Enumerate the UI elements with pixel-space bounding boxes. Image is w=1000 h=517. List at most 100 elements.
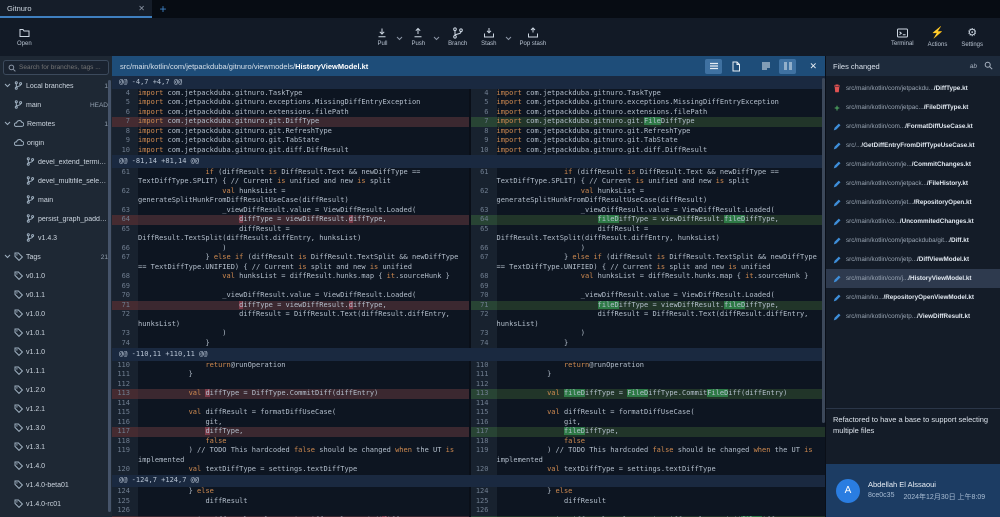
file-row[interactable]: src/main/kotlin/com/je.../CommitChanges.… — [826, 155, 1000, 174]
diff-row: 126126 — [112, 506, 825, 516]
file-row[interactable]: src/main/ko.../RepositoryOpenViewModel.k… — [826, 288, 1000, 307]
branch-button[interactable]: Branch — [441, 25, 474, 49]
folder-icon — [18, 27, 31, 39]
sidebar-item-v1-4-3[interactable]: v1.4.3 — [0, 229, 112, 248]
line-number: 117 — [112, 427, 138, 437]
sidebar-item-v1-1-1[interactable]: v1.1.1 — [0, 362, 112, 381]
sidebar-item-v0-1-1[interactable]: v0.1.1 — [0, 286, 112, 305]
modified-file-icon — [833, 123, 841, 131]
diff-new-cell: 62 val hunksList = generateSplitHunkFrom… — [469, 187, 826, 206]
code-line: val diffResult = formatDiffUseCase( — [497, 408, 826, 418]
files-search-icon[interactable] — [984, 57, 993, 75]
files-changed-list: src/main/kotlin/com/jetpackdu.../DiffTyp… — [826, 76, 1000, 408]
pop-stash-button[interactable]: Pop stash — [513, 25, 554, 49]
diff-new-cell: 61 if (diffResult is DiffResult.Text && … — [469, 168, 826, 187]
diff-row: 120 val textDiffType = settings.textDiff… — [112, 465, 825, 475]
sidebar-item-v1-4-0[interactable]: v1.4.0 — [0, 457, 112, 476]
actions-button[interactable]: ⚡ Actions — [921, 25, 955, 50]
sidebar-item-main[interactable]: mainHEAD — [0, 96, 112, 115]
search-input[interactable] — [19, 64, 104, 71]
modified-file-icon — [833, 142, 841, 150]
line-number: 116 — [112, 418, 138, 428]
stash-dropdown-chevron[interactable] — [505, 28, 512, 46]
file-row[interactable]: src/main/kotlin/com/jetp.../DiffViewMode… — [826, 250, 1000, 269]
branch-icon — [26, 176, 35, 185]
unified-view-button[interactable] — [757, 59, 774, 74]
file-row[interactable]: src/main/kotlin/com/jetpack.../FileHisto… — [826, 174, 1000, 193]
code-line — [497, 506, 826, 516]
code-line: git, — [138, 418, 469, 428]
line-number: 8 — [112, 127, 138, 137]
new-tab-button[interactable]: + — [152, 0, 174, 18]
sidebar-item-v1-3-0[interactable]: v1.3.0 — [0, 419, 112, 438]
code-line: diffResult = DiffResult.TextSplit(diffRe… — [497, 225, 826, 244]
hunks-view-button[interactable] — [705, 59, 722, 74]
sidebar-item-v1-4-0-beta01[interactable]: v1.4.0-beta01 — [0, 476, 112, 495]
sidebar-item-v1-1-0[interactable]: v1.1.0 — [0, 343, 112, 362]
sidebar-section-tags[interactable]: Tags21 — [0, 248, 112, 267]
author-card[interactable]: A Abdellah El Alssaoui 8ce0c35 2024年12月3… — [826, 464, 1000, 517]
sidebar-item-v1-2-1[interactable]: v1.2.1 — [0, 400, 112, 419]
sidebar-item-v0-1-0[interactable]: v0.1.0 — [0, 267, 112, 286]
tag-icon — [14, 366, 23, 375]
sidebar-scrollbar[interactable] — [108, 80, 111, 512]
modified-file-icon — [833, 161, 841, 169]
diff-row: 68 val hunksList = diffResult.hunks.map … — [112, 272, 825, 282]
file-path: src/main/kotlin/com/jetpackduba/git.../D… — [846, 237, 993, 244]
file-row[interactable]: src/main/kotlin/com/jetpackduba/git.../D… — [826, 231, 1000, 250]
file-row[interactable]: src/main/kotlin/com/jet.../RepositoryOpe… — [826, 193, 1000, 212]
line-number: 71 — [471, 301, 497, 311]
terminal-button[interactable]: Terminal — [884, 25, 921, 49]
line-number: 8 — [471, 127, 497, 137]
tab-gitnuro[interactable]: Gitnuro ✕ — [0, 0, 152, 18]
line-number: 116 — [471, 418, 497, 428]
sidebar-item-v1-4-0-rc01[interactable]: v1.4.0-rc01 — [0, 495, 112, 514]
stash-button[interactable]: Stash — [474, 25, 503, 49]
tree-item-label: v1.1.1 — [26, 368, 108, 375]
file-row[interactable]: src/main/kotlin/com/jetpackdu.../DiffTyp… — [826, 79, 1000, 98]
file-row[interactable]: +src/main/kotlin/com/jetpac.../FileDiffT… — [826, 98, 1000, 117]
pull-button[interactable]: Pull — [369, 25, 395, 49]
sidebar-item-devel-extend-terminal[interactable]: devel_extend_terminal — [0, 153, 112, 172]
line-number: 4 — [471, 89, 497, 99]
sidebar-item-devel-multifile-selection[interactable]: devel_multifile_selection — [0, 172, 112, 191]
file-row[interactable]: src/main/kotlin/com.../FormatDiffUseCase… — [826, 117, 1000, 136]
push-button[interactable]: Push — [404, 25, 432, 49]
text-search-icon[interactable]: ab — [970, 63, 977, 70]
close-diff-button[interactable]: ✕ — [809, 61, 817, 72]
file-row[interactable]: src/main/kotlin/co.../UncommitedChanges.… — [826, 212, 1000, 231]
sidebar-item-v1-2-0[interactable]: v1.2.0 — [0, 381, 112, 400]
hunk-header: @@ -110,11 +110,11 @@ — [112, 348, 825, 361]
added-file-icon: + — [834, 104, 839, 112]
code-line: _viewDiffResult.value = ViewDiffResult.L… — [497, 291, 826, 301]
file-row[interactable]: src/main/kotlin/com/jetp.../ViewDiffResu… — [826, 307, 1000, 326]
sidebar-item-persist-graph-padding[interactable]: persist_graph_padding — [0, 210, 112, 229]
push-dropdown-chevron[interactable] — [433, 28, 440, 46]
diff-new-cell: 111 } — [469, 370, 826, 380]
sidebar-item-v1-3-1[interactable]: v1.3.1 — [0, 438, 112, 457]
diff-old-cell: 111 } — [112, 370, 469, 380]
open-button[interactable]: Open — [10, 25, 39, 49]
code-line: diffType = viewDiffResult.diffType, — [138, 301, 469, 311]
diff-new-cell: 7import com.jetpackduba.gitnuro.git.File… — [469, 117, 826, 127]
tab-close-icon[interactable]: ✕ — [138, 4, 145, 13]
sidebar-section-remotes[interactable]: Remotes1 — [0, 115, 112, 134]
branch-search-box[interactable] — [3, 60, 109, 75]
sidebar-item-main[interactable]: main — [0, 191, 112, 210]
diff-old-cell: 126 — [112, 506, 469, 516]
sidebar-item-v1-0-0[interactable]: v1.0.0 — [0, 305, 112, 324]
settings-button[interactable]: ⚙ Settings — [954, 25, 990, 50]
code-line: diffResult — [497, 497, 826, 507]
sidebar-section-local-branches[interactable]: Local branches1 — [0, 77, 112, 96]
file-row[interactable]: src/main/kotlin/com/j.../HistoryViewMode… — [826, 269, 1000, 288]
diff-scrollbar[interactable] — [822, 78, 825, 423]
tree-item-label: v1.0.0 — [26, 311, 108, 318]
diff-old-cell: 124 } else — [112, 487, 469, 497]
sidebar-item-v1-0-1[interactable]: v1.0.1 — [0, 324, 112, 343]
pull-dropdown-chevron[interactable] — [396, 28, 403, 46]
file-row[interactable]: src/.../GetDiffEntryFromDiffTypeUseCase.… — [826, 136, 1000, 155]
split-view-button[interactable] — [779, 59, 796, 74]
full-file-view-button[interactable] — [727, 59, 744, 74]
sidebar-item-origin[interactable]: origin — [0, 134, 112, 153]
branch-icon — [14, 100, 23, 109]
